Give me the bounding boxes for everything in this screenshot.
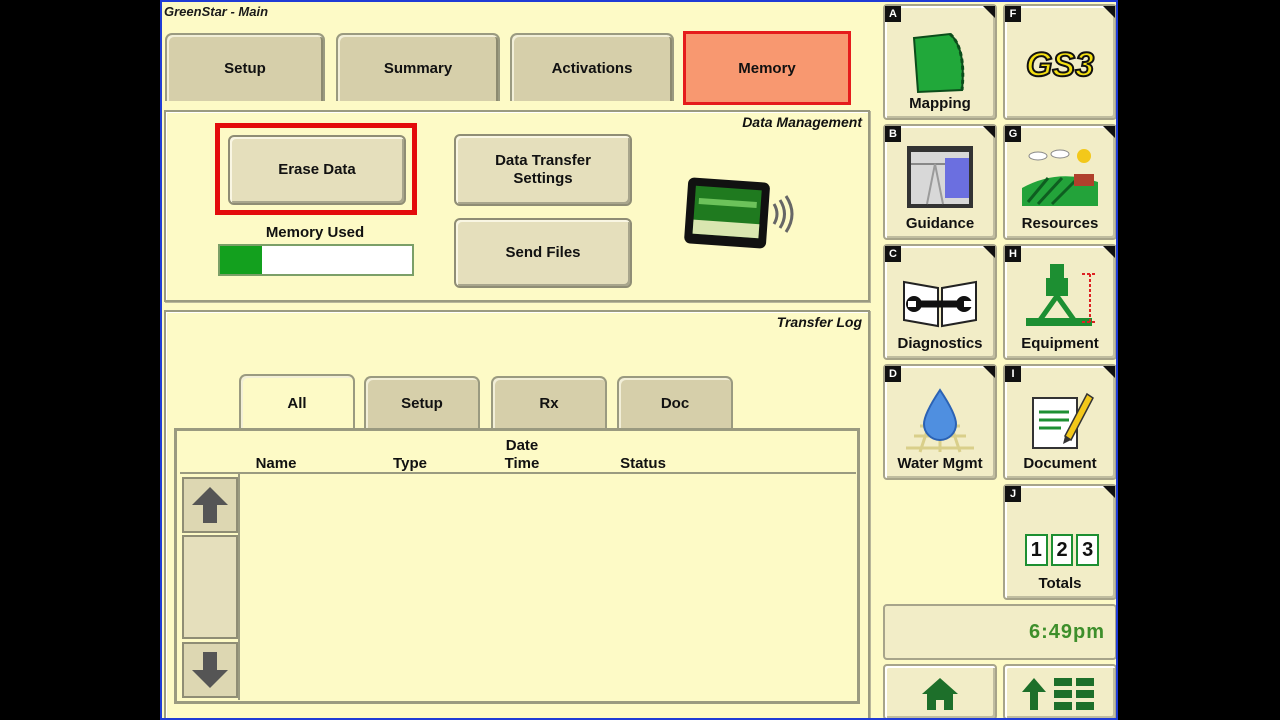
equipment-label: Equipment <box>1021 335 1099 352</box>
side-button-document[interactable]: I Document <box>1003 364 1116 480</box>
side-button-water-mgmt[interactable]: D Water Mgmt <box>883 364 997 480</box>
guidance-icon <box>907 146 973 208</box>
tab-summary[interactable]: Summary <box>336 33 500 101</box>
memory-used-bar <box>218 244 414 276</box>
side-button-equipment[interactable]: H Equipment <box>1003 244 1116 360</box>
equipment-icon <box>1026 264 1096 326</box>
col-status: Status <box>620 455 666 472</box>
corner-marker <box>983 6 995 18</box>
data-transfer-settings-label: Data Transfer Settings <box>495 152 591 187</box>
transfer-log-title: Transfer Log <box>776 314 862 330</box>
arrow-down-icon <box>192 652 228 688</box>
corner-marker <box>1103 246 1115 258</box>
side-button-resources[interactable]: G Resources <box>1003 124 1116 240</box>
resources-icon <box>1022 149 1098 206</box>
scroll-down-button[interactable] <box>182 642 238 698</box>
scroll-up-button[interactable] <box>182 477 238 533</box>
corner-marker <box>1103 6 1115 18</box>
erase-data-button[interactable]: Erase Data <box>228 135 406 205</box>
hotkey-a: A <box>885 6 901 22</box>
display-device-icon <box>682 174 794 256</box>
clock-display: 6:49pm <box>883 604 1116 660</box>
log-tab-setup[interactable]: Setup <box>364 376 480 428</box>
document-icon <box>1032 392 1094 449</box>
side-button-diagnostics[interactable]: C Diagnostics <box>883 244 997 360</box>
hotkey-c: C <box>885 246 901 262</box>
hotkey-d: D <box>885 366 901 382</box>
diagnostics-label: Diagnostics <box>897 335 983 352</box>
send-files-button[interactable]: Send Files <box>454 218 632 288</box>
side-button-guidance[interactable]: B Guidance <box>883 124 997 240</box>
hotkey-i: I <box>1005 366 1021 382</box>
memory-used-fill <box>220 246 263 274</box>
corner-marker <box>1103 486 1115 498</box>
col-time: Time <box>504 455 540 472</box>
corner-marker <box>983 366 995 378</box>
tab-memory[interactable]: Memory <box>683 31 851 105</box>
document-label: Document <box>1023 455 1097 472</box>
totals-digit: 2 <box>1050 534 1074 566</box>
data-transfer-settings-button[interactable]: Data Transfer Settings <box>454 134 632 206</box>
totals-icon: 1 2 3 <box>1025 534 1100 566</box>
hotkey-f: F <box>1005 6 1021 22</box>
window-title: GreenStar - Main <box>164 4 269 19</box>
corner-marker <box>1103 126 1115 138</box>
log-tab-rx[interactable]: Rx <box>491 376 607 428</box>
side-button-gs3[interactable]: F GS3 <box>1003 4 1116 120</box>
corner-marker <box>983 126 995 138</box>
greenstar-screen: GreenStar - Main Setup Summary Activatio… <box>160 0 1118 720</box>
gs3-logo-text: GS3 <box>1026 46 1094 84</box>
side-button-totals[interactable]: J 1 2 3 Totals <box>1003 484 1116 600</box>
log-tab-all[interactable]: All <box>239 374 355 430</box>
totals-digit: 3 <box>1076 534 1100 566</box>
water-icon <box>906 388 974 453</box>
memory-used-label: Memory Used <box>265 224 365 241</box>
tab-setup[interactable]: Setup <box>165 33 325 101</box>
col-name: Name <box>255 455 297 472</box>
hotkey-b: B <box>885 126 901 142</box>
scroll-thumb[interactable] <box>182 535 238 639</box>
corner-marker <box>983 246 995 258</box>
home-icon <box>922 678 958 710</box>
tab-activations[interactable]: Activations <box>510 33 674 101</box>
home-button[interactable] <box>883 664 997 718</box>
mapping-icon <box>912 32 965 94</box>
col-type: Type <box>393 455 427 472</box>
gs3-logo: GS3 <box>1025 45 1095 85</box>
corner-marker <box>1103 366 1115 378</box>
col-date: Date <box>505 437 539 454</box>
log-tab-doc[interactable]: Doc <box>617 376 733 428</box>
resources-label: Resources <box>1021 215 1099 232</box>
menu-up-icon <box>1022 678 1094 710</box>
hotkey-j: J <box>1005 486 1021 502</box>
hotkey-g: G <box>1005 126 1021 142</box>
water-mgmt-label: Water Mgmt <box>897 455 983 472</box>
diagnostics-icon <box>903 280 977 328</box>
mapping-label: Mapping <box>909 95 971 112</box>
hotkey-h: H <box>1005 246 1021 262</box>
totals-label: Totals <box>1038 575 1082 592</box>
side-button-mapping[interactable]: A Mapping <box>883 4 997 120</box>
arrow-up-icon <box>192 487 228 523</box>
menu-up-button[interactable] <box>1003 664 1116 718</box>
data-management-title: Data Management <box>742 114 862 130</box>
guidance-label: Guidance <box>905 215 975 232</box>
totals-digit: 1 <box>1025 534 1048 566</box>
